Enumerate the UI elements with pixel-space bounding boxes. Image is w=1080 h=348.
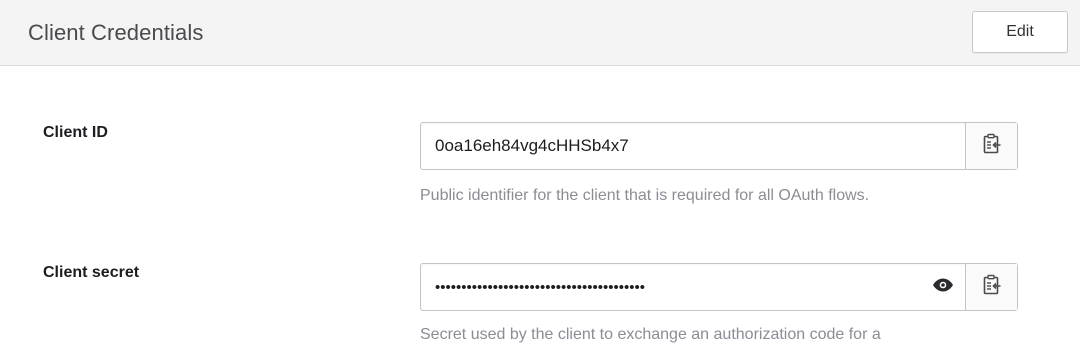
clipboard-copy-icon xyxy=(982,274,1002,301)
client-secret-copy-button[interactable] xyxy=(965,264,1017,310)
card-title: Client Credentials xyxy=(28,20,204,45)
client-id-field xyxy=(420,122,1018,170)
eye-icon xyxy=(932,278,954,297)
reveal-secret-button[interactable] xyxy=(921,264,965,310)
client-id-input[interactable] xyxy=(421,123,965,169)
client-id-help: Public identifier for the client that is… xyxy=(420,187,870,204)
client-credentials-card: Client Credentials Edit Client ID Public… xyxy=(0,0,1080,348)
client-secret-input[interactable] xyxy=(421,264,921,310)
clipboard-copy-icon xyxy=(982,133,1002,160)
card-header: Client Credentials Edit xyxy=(0,0,1080,66)
client-id-label: Client ID xyxy=(43,124,108,141)
edit-button[interactable]: Edit xyxy=(972,11,1068,53)
client-secret-label: Client secret xyxy=(43,264,140,281)
client-secret-help: Secret used by the client to exchange an… xyxy=(420,326,881,343)
client-id-copy-button[interactable] xyxy=(965,123,1017,169)
client-secret-field xyxy=(420,263,1018,311)
